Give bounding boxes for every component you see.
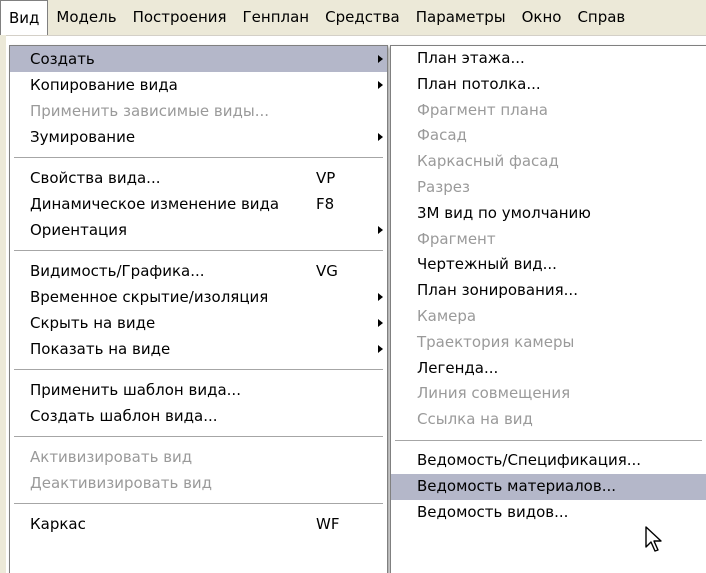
menu-item-каркас[interactable]: Каркас WF <box>10 511 387 537</box>
menu-item-копирование-вида[interactable]: Копирование вида <box>10 72 387 98</box>
create-submenu: План этажа... План потолка... Фрагмент пла… <box>390 45 706 573</box>
menu-item-применить-шаблон-вида[interactable]: Применить шаблон вида... <box>10 377 387 403</box>
menubar-item-options[interactable]: Параметры <box>408 0 514 35</box>
menubar-item-window[interactable]: Окно <box>514 0 570 35</box>
menu-item-label: Ссылка на вид <box>417 410 533 429</box>
background-window-edge <box>0 35 6 573</box>
menubar-item-build[interactable]: Построения <box>125 0 235 35</box>
menu-item-label: Фасад <box>417 126 467 145</box>
menu-item-label: Фрагмент <box>417 229 496 248</box>
menu-item-label: Временное скрытие/изоляция <box>30 288 269 306</box>
menu-item-label: Создать <box>30 50 95 68</box>
menu-item-план-потолка[interactable]: План потолка... <box>391 72 706 98</box>
menu-item-план-этажа[interactable]: План этажа... <box>391 46 706 72</box>
menu-item-применить-зависимые-виды[interactable]: Применить зависимые виды... <box>10 98 387 124</box>
menu-item-shortcut: VG <box>316 262 338 280</box>
menu-item-разрез[interactable]: Разрез <box>391 175 706 201</box>
menu-item-скрыть-на-виде[interactable]: Скрыть на виде <box>10 310 387 336</box>
menu-separator <box>14 157 383 158</box>
menu-item-3м-вид-по-умолчанию[interactable]: 3М вид по умолчанию <box>391 201 706 227</box>
menu-item-label: Траектория камеры <box>417 332 575 351</box>
menu-separator <box>14 503 383 504</box>
menu-item-label: 3М вид по умолчанию <box>417 203 591 222</box>
view-menu: Создать Копирование вида Применить зависим… <box>9 45 388 573</box>
menubar-item-model[interactable]: Модель <box>48 0 124 35</box>
menu-item-label: Применить шаблон вида... <box>30 381 241 399</box>
submenu-arrow-icon <box>378 319 383 327</box>
menu-item-создать-шаблон-вида[interactable]: Создать шаблон вида... <box>10 403 387 429</box>
menu-item-линия-совмещения[interactable]: Линия совмещения <box>391 381 706 407</box>
menu-item-показать-на-виде[interactable]: Показать на виде <box>10 336 387 362</box>
menubar-item-tools[interactable]: Средства <box>317 0 408 35</box>
menu-item-label: Ведомость материалов... <box>417 476 616 495</box>
menu-item-ориентация[interactable]: Ориентация <box>10 217 387 243</box>
menu-item-label: Свойства вида... <box>30 169 161 187</box>
menu-item-shortcut: F8 <box>316 195 335 213</box>
menu-separator <box>395 439 702 441</box>
menu-item-фрагмент-плана[interactable]: Фрагмент плана <box>391 98 706 124</box>
submenu-arrow-icon <box>378 81 383 89</box>
menu-item-видимость-графика[interactable]: Видимость/Графика... VG <box>10 258 387 284</box>
menubar-item-view[interactable]: Вид <box>0 0 49 35</box>
menu-item-зумирование[interactable]: Зумирование <box>10 124 387 150</box>
menu-item-label: Применить зависимые виды... <box>30 102 270 120</box>
menu-item-ведомость-спецификация[interactable]: Ведомость/Спецификация... <box>391 448 706 474</box>
menu-item-label: План зонирования... <box>417 281 578 300</box>
menu-separator <box>14 369 383 370</box>
menu-item-ссылка-на-вид[interactable]: Ссылка на вид <box>391 407 706 433</box>
menu-item-label: Легенда... <box>417 358 499 377</box>
menu-item-label: Каркас <box>30 515 86 533</box>
menu-item-чертежный-вид[interactable]: Чертежный вид... <box>391 252 706 278</box>
menu-item-label: Ориентация <box>30 221 128 239</box>
submenu-arrow-icon <box>378 226 383 234</box>
menu-item-ведомость-видов[interactable]: Ведомость видов... <box>391 500 706 526</box>
menu-item-свойства-вида[interactable]: Свойства вида... VP <box>10 165 387 191</box>
menu-item-label: Камера <box>417 306 477 325</box>
menu-item-label: Динамическое изменение вида <box>30 195 280 213</box>
menu-item-ведомость-материалов[interactable]: Ведомость материалов... <box>391 473 706 500</box>
arrow-pointer-icon <box>645 526 662 552</box>
menu-item-план-зонирования[interactable]: План зонирования... <box>391 278 706 304</box>
menu-item-динамическое-изменение-вида[interactable]: Динамическое изменение вида F8 <box>10 191 387 217</box>
menubar-item-help[interactable]: Справ <box>569 0 633 35</box>
menu-item-траектория-камеры[interactable]: Траектория камеры <box>391 330 706 356</box>
menu-item-label: Активизировать вид <box>30 448 193 466</box>
menu-item-каркасный-фасад[interactable]: Каркасный фасад <box>391 149 706 175</box>
menubar-item-site[interactable]: Генплан <box>235 0 318 35</box>
menu-item-label: Каркасный фасад <box>417 152 559 171</box>
menu-item-label: Линия совмещения <box>417 384 571 403</box>
menu-item-label: Деактивизировать вид <box>30 474 213 492</box>
menu-item-активизировать-вид[interactable]: Активизировать вид <box>10 444 387 470</box>
menu-separator <box>14 250 383 251</box>
menu-item-камера[interactable]: Камера <box>391 304 706 330</box>
menu-item-label: Создать шаблон вида... <box>30 407 218 425</box>
menu-item-label: Разрез <box>417 177 470 196</box>
menu-item-label: Фрагмент плана <box>417 100 548 119</box>
menu-bar: Вид Модель Построения Генплан Средства П… <box>0 0 706 36</box>
menu-item-label: Скрыть на виде <box>30 314 156 332</box>
menu-item-легенда[interactable]: Легенда... <box>391 356 706 382</box>
menu-item-label: Чертежный вид... <box>417 255 557 274</box>
menu-item-label: Ведомость видов... <box>417 502 569 521</box>
menu-item-фрагмент[interactable]: Фрагмент <box>391 227 706 253</box>
menu-item-label: Показать на виде <box>30 340 171 358</box>
menu-item-label: План потолка... <box>417 74 541 93</box>
menu-separator <box>14 436 383 437</box>
menu-item-временное-скрытие-изоляция[interactable]: Временное скрытие/изоляция <box>10 284 387 310</box>
submenu-arrow-icon <box>378 345 383 353</box>
menu-item-создать[interactable]: Создать <box>10 46 387 72</box>
menu-item-label: Видимость/Графика... <box>30 262 205 280</box>
menu-item-label: Копирование вида <box>30 76 178 94</box>
menu-item-shortcut: VP <box>316 169 336 187</box>
menu-item-label: Ведомость/Спецификация... <box>417 450 642 469</box>
submenu-arrow-icon <box>378 133 383 141</box>
submenu-arrow-icon <box>378 55 383 63</box>
menu-item-shortcut: WF <box>316 515 340 533</box>
menu-item-фасад[interactable]: Фасад <box>391 123 706 149</box>
menu-item-label: План этажа... <box>417 49 525 67</box>
menu-item-label: Зумирование <box>30 128 136 146</box>
menu-item-деактивизировать-вид[interactable]: Деактивизировать вид <box>10 470 387 496</box>
submenu-arrow-icon <box>378 293 383 301</box>
